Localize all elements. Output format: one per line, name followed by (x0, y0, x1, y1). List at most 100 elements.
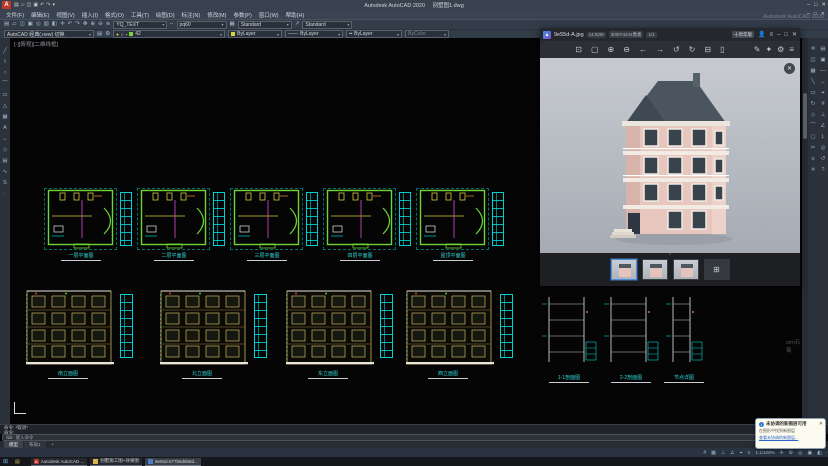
copy-icon[interactable]: ▥ (44, 20, 49, 29)
print-icon[interactable]: ▣ (28, 20, 33, 29)
move-icon[interactable]: ✛ (811, 46, 816, 53)
edition-badge[interactable]: 十周年版 (732, 31, 754, 38)
viewer-close-button[interactable]: ✕ (792, 30, 797, 40)
workspace-gear-icon[interactable]: ⚙ (789, 449, 793, 457)
tab-model[interactable]: 模型 (4, 441, 23, 448)
copy-icon[interactable]: ◫ (810, 57, 815, 64)
rotate-icon[interactable]: ↻ (811, 101, 816, 108)
next-image-icon[interactable]: → (656, 42, 664, 57)
grid-icon[interactable]: # (821, 101, 824, 108)
layer-lock-icon[interactable]: ▪ (126, 32, 128, 37)
taskbar-button[interactable]: 别墅施工图+效果图 (90, 458, 142, 466)
circle-icon[interactable]: ○ (3, 70, 6, 77)
menu-item[interactable]: 帮助(H) (286, 11, 305, 19)
arc-icon[interactable]: ⌒ (2, 81, 8, 88)
zoom-out-icon[interactable]: ⊖ (623, 42, 630, 57)
mleader-style-select[interactable]: Standard▾ (302, 21, 352, 29)
text-icon[interactable]: A (3, 125, 7, 132)
open-icon[interactable]: ▱ (12, 20, 16, 29)
zoom-in-icon[interactable]: ⊕ (608, 42, 615, 57)
floor-plan-drawing[interactable]: 一层平面图 (44, 186, 134, 270)
menu-item[interactable]: 工具(T) (131, 11, 149, 19)
ucs-icon[interactable]: L (821, 134, 824, 141)
command-history[interactable]: 命令: *取消*命令: (0, 424, 828, 434)
spline-icon[interactable]: S (3, 180, 7, 187)
command-customize-icon[interactable]: ⌨ (6, 435, 13, 441)
rotate-left-icon[interactable]: ↺ (673, 42, 680, 57)
menu-item[interactable]: 文件(F) (6, 11, 24, 19)
thumbnail-grid-view-button[interactable]: ⊞ (704, 259, 730, 280)
menu-item[interactable]: 参数(P) (233, 11, 251, 19)
layer-color-swatch[interactable] (129, 32, 133, 36)
section-drawing[interactable]: 2-2剖面图 (602, 292, 660, 384)
isolate-objects-icon[interactable]: ◎ (798, 449, 802, 457)
viewer-image-area[interactable]: ✕ (540, 58, 800, 253)
elevation-drawing[interactable]: 西立面图 (404, 288, 532, 382)
zoom-window-icon[interactable]: ⊕ (91, 20, 96, 29)
properties-icon[interactable]: ≋ (106, 20, 111, 29)
ortho-icon[interactable]: ⊥ (821, 112, 826, 119)
point-icon[interactable]: · (4, 191, 6, 198)
stretch-icon[interactable]: ▭ (810, 90, 815, 97)
menu-item[interactable]: 窗口(W) (259, 11, 279, 19)
polyline-icon[interactable]: ⌇ (4, 59, 7, 66)
beautify-icon[interactable]: ✦ (765, 42, 772, 57)
section-drawing[interactable]: 1-1剖面图 (540, 292, 598, 384)
layer-select[interactable]: ● ○ ▪ 42▾ (113, 30, 225, 38)
lineweight-icon[interactable]: ≡ (748, 449, 751, 457)
send-to-phone-icon[interactable]: ▯ (720, 42, 724, 57)
delete-icon[interactable]: ⊟ (704, 42, 711, 57)
fullscreen-icon[interactable]: ⊡ (575, 42, 582, 57)
prev-image-icon[interactable]: ← (639, 42, 647, 57)
rotate-right-icon[interactable]: ↻ (689, 42, 696, 57)
redo-icon[interactable]: ↷ (46, 1, 50, 9)
menu-item[interactable]: 标注(N) (182, 11, 201, 19)
lineweight-select[interactable]: ━ ByLayer▾ (346, 30, 402, 38)
menu-item[interactable]: 插入(I) (82, 11, 98, 19)
table-style-select[interactable]: Standard▾ (238, 21, 292, 29)
elevation-drawing[interactable]: 北立面图 (158, 288, 286, 382)
table-icon[interactable]: ▤ (2, 158, 7, 165)
menu-item[interactable]: 绘图(D) (156, 11, 175, 19)
menu-item[interactable]: 视图(V) (56, 11, 74, 19)
edit-icon[interactable]: ✎ (754, 42, 761, 57)
floor-plan-drawing[interactable]: 屋顶平面图 (416, 186, 506, 270)
snap-icon[interactable]: ▦ (711, 449, 716, 457)
fit-window-icon[interactable]: ▢ (591, 42, 599, 57)
layer-states-icon[interactable]: ⚙ (105, 30, 110, 39)
settings-icon[interactable]: ⚙ (777, 42, 784, 57)
floor-plan-drawing[interactable]: 二层平面图 (137, 186, 227, 270)
doc-restore-button[interactable]: □ (814, 10, 817, 19)
maximize-button[interactable]: □ (814, 1, 817, 10)
save-icon[interactable]: ◫ (27, 1, 32, 9)
filmstrip-collapse-icon[interactable]: ⌃ (668, 253, 672, 259)
doc-minimize-button[interactable]: – (807, 10, 810, 19)
workspace-dropdown-icon[interactable]: ▾ (52, 1, 55, 9)
taskbar-button[interactable]: AAutodesk AutoCAD ... (31, 458, 88, 466)
user-account-icon[interactable]: 👤 (758, 30, 765, 40)
elevation-drawing[interactable]: 南立面图 (24, 288, 152, 382)
redo-icon[interactable]: ↷ (75, 20, 80, 29)
viewer-maximize-button[interactable]: □ (784, 30, 788, 40)
plot-icon[interactable]: ▣ (33, 1, 38, 9)
new-layout-button[interactable]: + (47, 441, 60, 448)
layer-on-icon[interactable]: ● (116, 32, 119, 37)
osnap-icon[interactable]: ⌖ (740, 449, 743, 457)
dimension-icon[interactable]: ↔ (2, 136, 8, 143)
undo-icon[interactable]: ↶ (68, 20, 73, 29)
viewport-controls-label[interactable]: [-][俯视][二维线框] (14, 40, 58, 48)
view-icon[interactable]: ◎ (821, 145, 826, 152)
color-icon[interactable]: ▣ (820, 57, 825, 64)
more-tools-icon[interactable]: ≡ (789, 42, 794, 57)
block-icon[interactable]: ◇ (3, 147, 7, 154)
start-button-icon[interactable]: ⊞ (3, 458, 8, 465)
minimize-button[interactable]: – (807, 1, 810, 10)
zoom-previous-icon[interactable]: ⊖ (98, 20, 103, 29)
image-thumbnail[interactable] (673, 259, 699, 280)
regen-icon[interactable]: ↺ (821, 156, 826, 163)
viewer-menu-icon[interactable]: ≡ (769, 30, 773, 40)
tab-layout1[interactable]: 布局1 (24, 441, 46, 448)
ortho-icon[interactable]: ⊥ (721, 449, 725, 457)
dim-style-select[interactable]: pq60▾ (177, 21, 227, 29)
preview-icon[interactable]: ◎ (36, 20, 41, 29)
